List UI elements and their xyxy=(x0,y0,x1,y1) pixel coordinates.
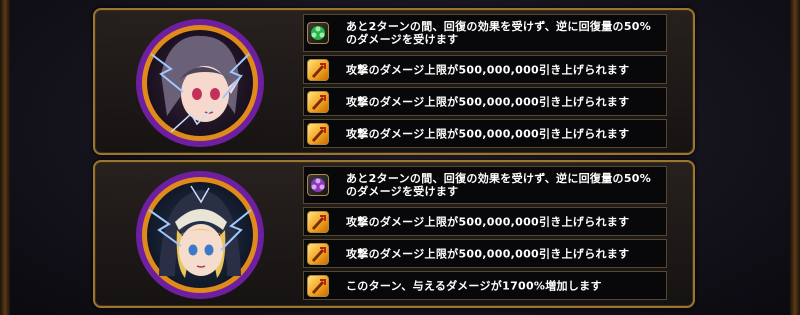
attack-cap-up-icon xyxy=(307,242,329,265)
attack-cap-up-icon xyxy=(307,58,329,81)
effect-text: あと2ターンの間、回復の効果を受けず、逆に回復量の50%のダメージを受けます xyxy=(346,172,652,198)
effect-row: あと2ターンの間、回復の効果を受けず、逆に回復量の50%のダメージを受けます xyxy=(303,14,667,52)
effect-text: 攻撃のダメージ上限が500,000,000引き上げられます xyxy=(346,247,630,260)
effect-row: あと2ターンの間、回復の効果を受けず、逆に回復量の50%のダメージを受けます xyxy=(303,166,667,204)
character-portrait[interactable] xyxy=(131,14,269,152)
effect-row: 攻撃のダメージ上限が500,000,000引き上げられます xyxy=(303,239,667,268)
silver-haired-elf-girl-portrait xyxy=(136,19,264,147)
effect-list: あと2ターンの間、回復の効果を受けず、逆に回復量の50%のダメージを受けます 攻… xyxy=(303,14,667,151)
attack-cap-up-icon xyxy=(307,122,329,145)
effect-text: あと2ターンの間、回復の効果を受けず、逆に回復量の50%のダメージを受けます xyxy=(346,20,652,46)
character-buff-panel: あと2ターンの間、回復の効果を受けず、逆に回復量の50%のダメージを受けます 攻… xyxy=(93,8,695,155)
effect-row: 攻撃のダメージ上限が500,000,000引き上げられます xyxy=(303,207,667,236)
attack-cap-up-icon xyxy=(307,90,329,113)
effect-list: あと2ターンの間、回復の効果を受けず、逆に回復量の50%のダメージを受けます 攻… xyxy=(303,166,667,303)
heal-reverse-icon xyxy=(307,174,329,196)
attack-cap-up-icon xyxy=(307,210,329,233)
effect-row: 攻撃のダメージ上限が500,000,000引き上げられます xyxy=(303,119,667,148)
left-frame-edge xyxy=(0,0,10,315)
effect-text: 攻撃のダメージ上限が500,000,000引き上げられます xyxy=(346,215,630,228)
effect-text: 攻撃のダメージ上限が500,000,000引き上げられます xyxy=(346,63,630,76)
effect-row: 攻撃のダメージ上限が500,000,000引き上げられます xyxy=(303,87,667,116)
character-portrait[interactable] xyxy=(131,166,269,304)
right-frame-edge xyxy=(790,0,800,315)
effect-text: 攻撃のダメージ上限が500,000,000引き上げられます xyxy=(346,95,630,108)
effect-row: 攻撃のダメージ上限が500,000,000引き上げられます xyxy=(303,55,667,84)
blonde-nun-girl-portrait xyxy=(136,171,264,299)
character-buff-panel: あと2ターンの間、回復の効果を受けず、逆に回復量の50%のダメージを受けます 攻… xyxy=(93,160,695,308)
effect-text: 攻撃のダメージ上限が500,000,000引き上げられます xyxy=(346,127,630,140)
heal-reverse-icon xyxy=(307,22,329,44)
attack-up-icon xyxy=(307,274,329,297)
effect-text: このターン、与えるダメージが1700%増加します xyxy=(346,279,602,292)
effect-row: このターン、与えるダメージが1700%増加します xyxy=(303,271,667,300)
